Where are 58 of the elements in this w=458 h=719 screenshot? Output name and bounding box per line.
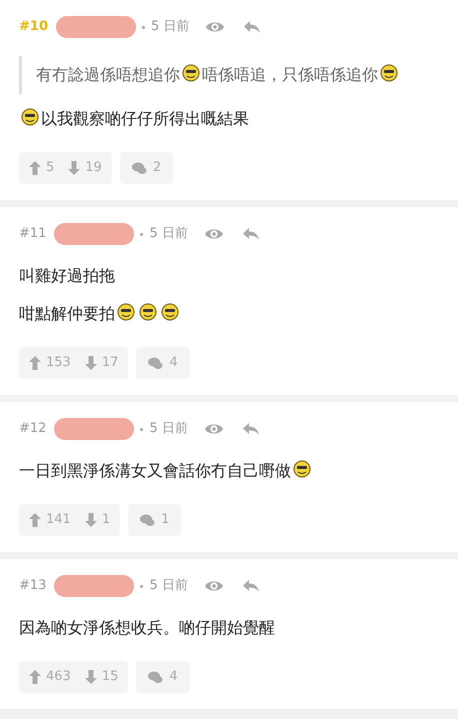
arrow-up-icon [29,670,41,684]
emoticon-icon [181,63,201,83]
post-text: 因為啲女淨係想收兵。啲仔開始覺醒 [19,618,275,637]
post-text: 唔係唔追，只係唔係追你 [202,65,378,84]
post-number: #13 [19,577,46,596]
post-text: 有冇諗過係唔想追你 [36,65,180,84]
post-text: 叫雞好過拍拖 [19,266,115,285]
reply-count: 4 [169,354,178,372]
post-number: #10 [19,18,48,36]
post-text: 一日到黑淨係溝女又會話你冇自己嘢做 [19,461,291,480]
arrow-up-icon [29,513,41,527]
reply-icon[interactable] [242,227,260,241]
post-number: #11 [19,225,46,244]
post-time: 5 日前 [149,225,188,244]
replies-button[interactable]: 1 [128,504,182,536]
emoticon-icon [160,302,180,322]
arrow-down-icon [84,670,97,684]
reply-count: 2 [152,159,162,178]
downvote-count[interactable]: 15 [102,667,118,687]
speech-bubbles-icon [132,162,147,174]
upvote-count[interactable]: 5 [46,158,54,178]
replies-button[interactable]: 2 [120,152,174,184]
post-time: 5 日前 [150,18,190,36]
post-time: 5 日前 [149,577,188,596]
post-number: #12 [19,420,46,438]
arrow-up-icon [29,356,41,370]
post-text: 以我觀察啲仔仔所得出嘅結果 [41,109,249,128]
emoticon-icon [116,302,136,322]
reply-icon[interactable] [242,422,260,436]
replies-button[interactable]: 4 [136,661,190,693]
reply-count: 1 [161,511,170,530]
arrow-down-icon [68,161,80,175]
arrow-up-icon [29,161,41,175]
arrow-down-icon [84,513,97,527]
speech-bubbles-icon [148,356,164,370]
reply-count: 4 [169,668,178,686]
post-time: 5 日前 [149,420,188,438]
downvote-count[interactable]: 1 [102,510,110,530]
emoticon-icon [379,63,399,83]
emoticon-icon [292,459,312,479]
post-text: 咁點解仲要拍 [19,304,115,323]
upvote-count[interactable]: 141 [46,510,71,530]
downvote-count[interactable]: 17 [102,353,118,373]
replies-button[interactable]: 4 [136,347,190,379]
eye-icon[interactable] [204,422,224,436]
eye-icon[interactable] [204,579,224,593]
reply-icon[interactable] [243,20,262,34]
upvote-count[interactable]: 463 [46,667,71,687]
reply-icon[interactable] [242,579,260,593]
emoticon-icon [20,107,40,127]
speech-bubbles-icon [148,670,164,684]
arrow-down-icon [84,356,97,370]
speech-bubbles-icon [140,514,156,526]
downvote-count[interactable]: 19 [85,158,102,178]
upvote-count[interactable]: 153 [46,353,71,373]
eye-icon[interactable] [205,20,226,34]
emoticon-icon [138,302,158,322]
eye-icon[interactable] [204,227,224,241]
